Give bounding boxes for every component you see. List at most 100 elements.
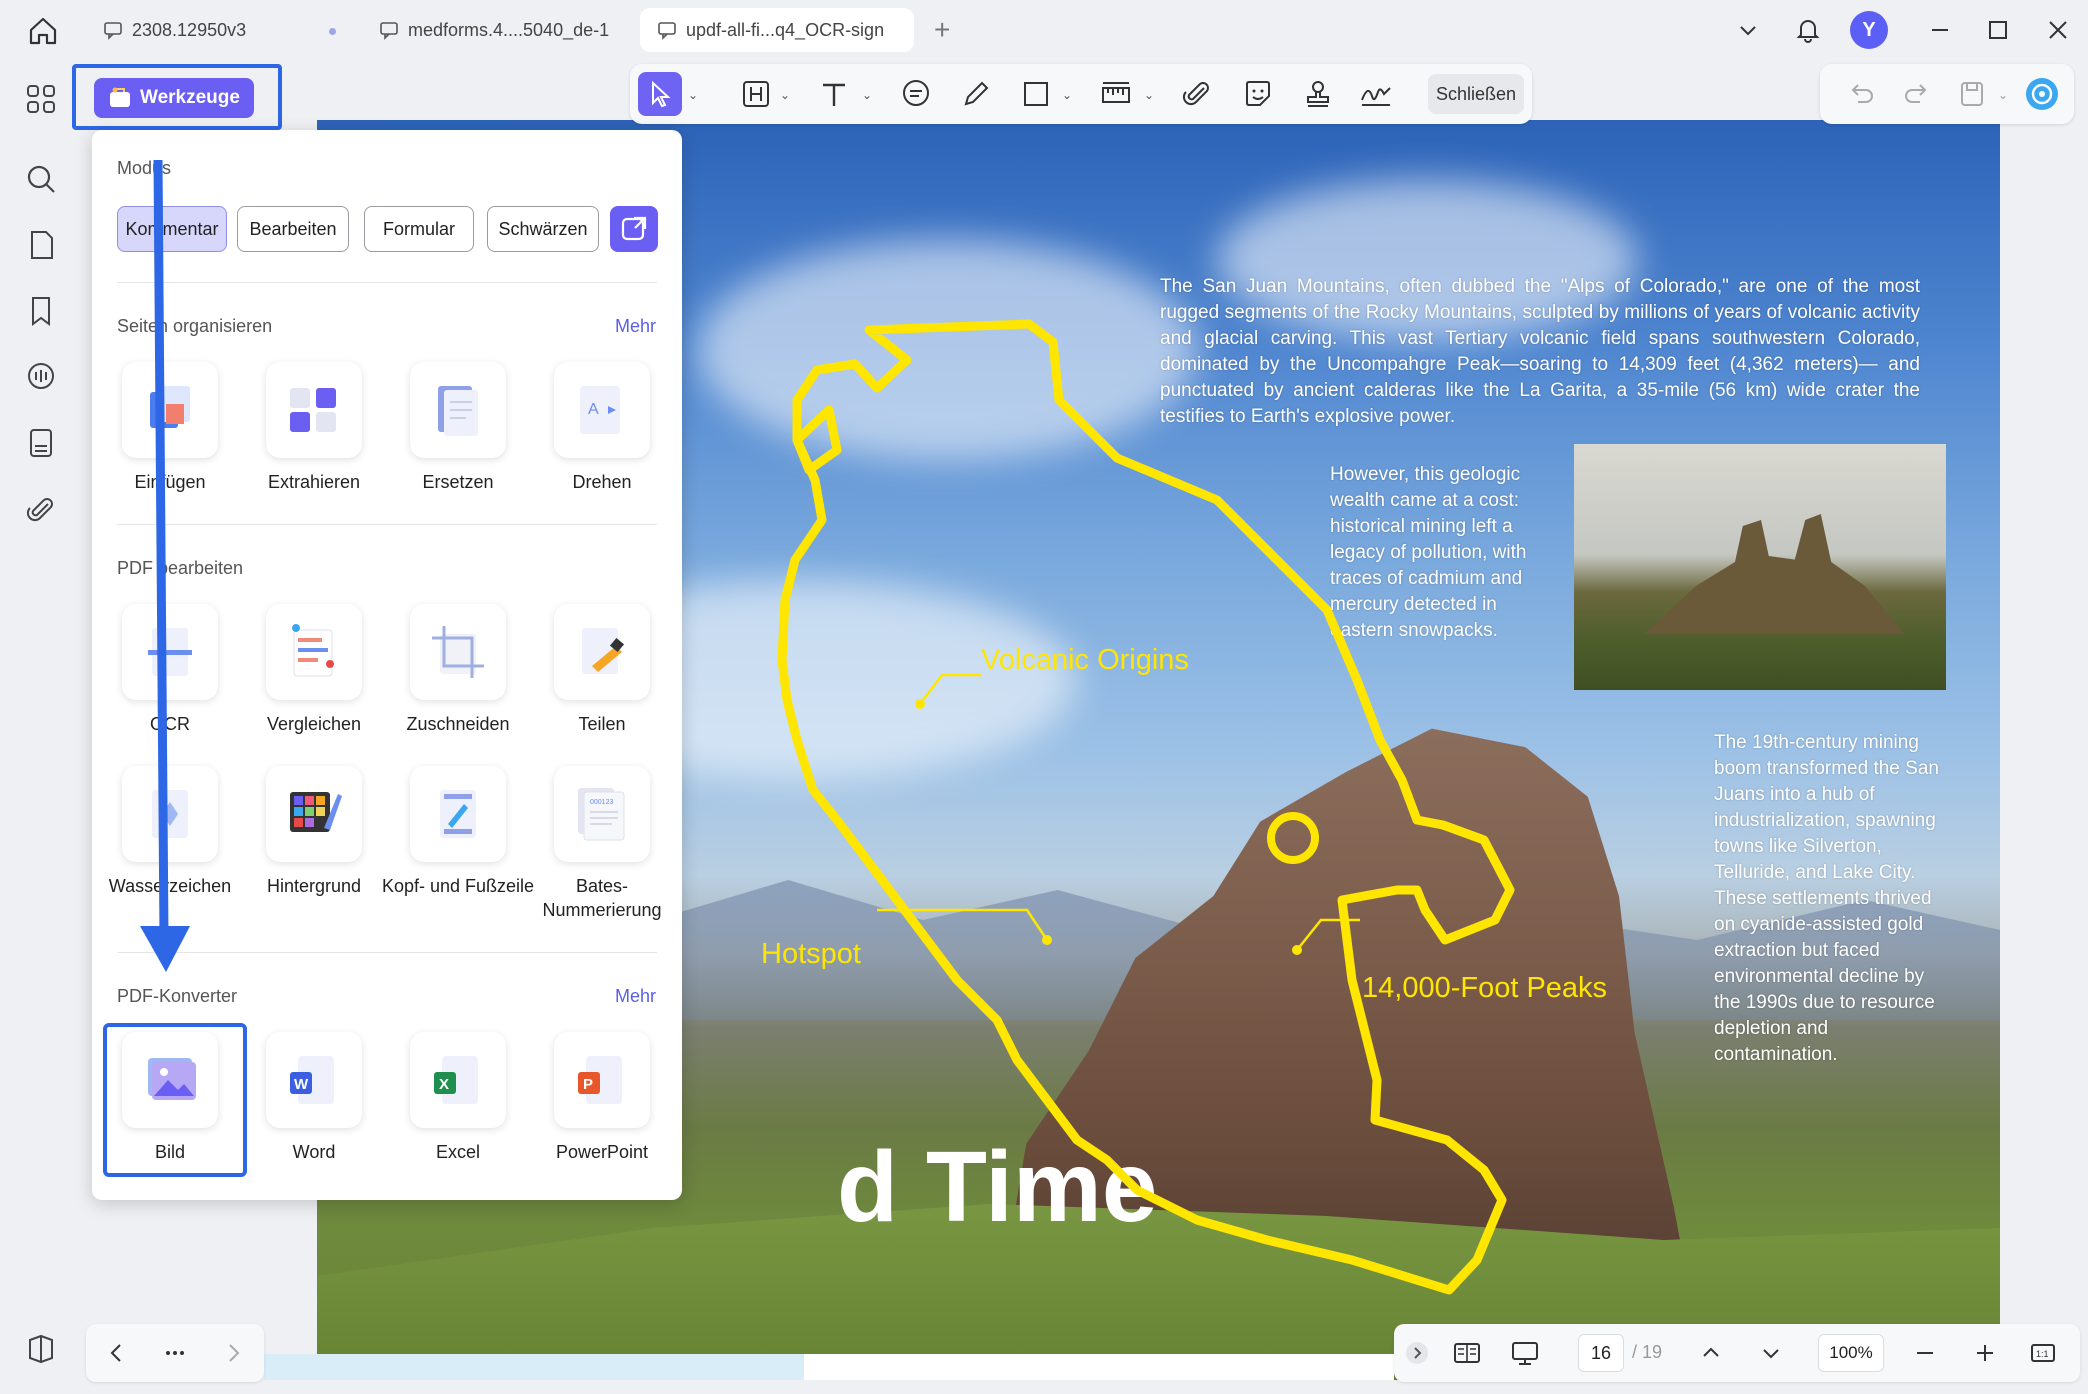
excel-convert-icon: X <box>434 1056 478 1104</box>
word-convert-icon: W <box>290 1056 334 1104</box>
more-link-converter[interactable]: Mehr <box>615 986 656 1007</box>
svg-text:P: P <box>583 1076 593 1093</box>
highlight-icon[interactable] <box>738 76 774 112</box>
annotation-peaks[interactable]: 14,000-Foot Peaks <box>1362 972 1607 1005</box>
close-icon[interactable] <box>2040 12 2076 48</box>
maximize-icon[interactable] <box>1980 12 2016 48</box>
divider <box>117 282 657 283</box>
tool-zuschneiden[interactable]: Zuschneiden <box>380 604 520 754</box>
tool-wasserzeichen[interactable]: Wasserzeichen <box>92 766 232 916</box>
stamp-icon[interactable] <box>1300 76 1336 112</box>
werkzeuge-highlight: Werkzeuge <box>72 64 282 130</box>
horizontal-scrollbar-track[interactable] <box>804 1354 1394 1380</box>
apps-grid-icon[interactable] <box>24 82 58 116</box>
measure-icon[interactable] <box>1098 76 1134 112</box>
mode-formular-button[interactable]: Formular <box>364 206 474 252</box>
search-icon[interactable] <box>24 162 58 196</box>
tool-einfuegen[interactable]: Einfügen <box>92 362 232 512</box>
chevron-down-icon[interactable]: ⌄ <box>1062 88 1072 102</box>
sticker-icon[interactable] <box>1240 76 1276 112</box>
tab-label: 2308.12950v3 <box>132 19 247 40</box>
background-icon <box>290 792 342 832</box>
annotation-volcanic-origins[interactable]: Volcanic Origins <box>981 644 1189 677</box>
expand-icon[interactable] <box>1402 1338 1432 1368</box>
minimize-icon[interactable] <box>1922 12 1958 48</box>
chevron-down-icon[interactable]: ⌄ <box>1998 88 2008 102</box>
presentation-icon[interactable] <box>1510 1338 1540 1368</box>
chevron-left-icon[interactable] <box>102 1338 132 1368</box>
chevron-down-icon[interactable]: ⌄ <box>688 88 698 102</box>
divider <box>117 952 657 953</box>
redo-icon[interactable] <box>1898 76 1934 112</box>
zoom-level[interactable]: 100% <box>1818 1334 1884 1372</box>
title-bar: 2308.12950v3 medforms.4....5040_de-1 upd… <box>0 0 2088 60</box>
mode-section-title: Modus <box>117 158 172 178</box>
tool-drehen[interactable]: A Drehen <box>524 362 664 512</box>
tool-ocr[interactable]: OCR <box>92 604 232 754</box>
attachment-icon[interactable] <box>1180 76 1216 112</box>
chevron-down-icon[interactable]: ⌄ <box>862 88 872 102</box>
tool-hintergrund[interactable]: Hintergrund <box>236 766 376 916</box>
total-pages: / 19 <box>1632 1342 1663 1362</box>
tool-teilen[interactable]: Teilen <box>524 604 664 754</box>
undo-icon[interactable] <box>1844 76 1880 112</box>
save-icon[interactable] <box>1954 76 1990 112</box>
more-icon[interactable] <box>160 1338 190 1368</box>
tool-powerpoint[interactable]: P PowerPoint <box>524 1032 664 1182</box>
pencil-icon[interactable] <box>958 76 994 112</box>
home-icon[interactable] <box>26 14 60 48</box>
document-icon[interactable] <box>24 426 58 460</box>
history-toolbar: ⌄ <box>1820 64 2074 124</box>
pages-icon[interactable] <box>24 228 58 262</box>
signature-icon[interactable] <box>1358 76 1394 112</box>
ai-chat-icon[interactable] <box>24 360 58 394</box>
external-link-icon <box>621 216 647 241</box>
tool-vergleichen[interactable]: Vergleichen <box>236 604 376 754</box>
watermark-icon <box>152 790 188 838</box>
bell-icon[interactable] <box>1790 12 1826 48</box>
mode-bearbeiten-button[interactable]: Bearbeiten <box>237 206 349 252</box>
annotation-toolbar: ⌄ ⌄ ⌄ ⌄ ⌄ Schließen <box>630 64 1532 124</box>
layers-icon[interactable] <box>24 1332 58 1366</box>
tab-document-1[interactable]: 2308.12950v3 <box>86 8 354 52</box>
page-layout-icon[interactable] <box>1452 1338 1482 1368</box>
cursor-icon[interactable] <box>642 76 678 112</box>
horizontal-scrollbar[interactable] <box>264 1354 804 1380</box>
tool-extrahieren[interactable]: Extrahieren <box>236 362 376 512</box>
current-page-input[interactable]: 16 <box>1578 1334 1624 1372</box>
split-icon <box>582 628 625 674</box>
tab-document-2[interactable]: medforms.4....5040_de-1 <box>362 8 632 52</box>
rectangle-icon[interactable] <box>1018 76 1054 112</box>
close-toolbar-button[interactable]: Schließen <box>1428 74 1524 114</box>
zoom-out-icon[interactable] <box>1910 1338 1940 1368</box>
tool-bates-nummerierung[interactable]: 000123 Bates-Nummerierung <box>524 766 664 920</box>
chevron-down-icon[interactable]: ⌄ <box>1144 88 1154 102</box>
chevron-down-icon[interactable] <box>1756 1338 1786 1368</box>
mode-schwaerzen-button[interactable]: Schwärzen <box>487 206 599 252</box>
text-icon[interactable] <box>816 76 852 112</box>
attachment-icon[interactable] <box>24 492 58 526</box>
open-external-button[interactable] <box>610 206 658 252</box>
avatar[interactable]: Y <box>1850 11 1888 49</box>
tool-ersetzen[interactable]: Ersetzen <box>380 362 520 512</box>
chevron-down-icon[interactable]: ⌄ <box>780 88 790 102</box>
svg-text:A: A <box>588 401 599 418</box>
tool-excel[interactable]: X Excel <box>380 1032 520 1182</box>
chevron-down-icon[interactable] <box>1730 12 1766 48</box>
annotation-hotspot[interactable]: Hotspot <box>761 938 861 971</box>
ai-assistant-icon[interactable] <box>2024 76 2060 112</box>
actual-size-icon[interactable]: 1:1 <box>2028 1338 2058 1368</box>
add-tab-button[interactable]: + <box>934 16 950 44</box>
more-link-pages[interactable]: Mehr <box>615 316 656 337</box>
chevron-up-icon[interactable] <box>1696 1338 1726 1368</box>
tool-word[interactable]: W Word <box>236 1032 376 1182</box>
mode-kommentar-button[interactable]: Kommentar <box>117 206 227 252</box>
chevron-right-icon[interactable] <box>218 1338 248 1368</box>
tool-kopf-fusszeile[interactable]: Kopf- und Fußzeile <box>380 766 534 916</box>
bookmark-icon[interactable] <box>24 294 58 328</box>
tab-document-3[interactable]: updf-all-fi...q4_OCR-sign <box>640 8 914 52</box>
zoom-in-icon[interactable] <box>1970 1338 2000 1368</box>
comment-icon[interactable] <box>898 76 934 112</box>
page-controls: 16 / 19 100% 1:1 <box>1394 1324 2080 1382</box>
werkzeuge-button[interactable]: Werkzeuge <box>94 78 254 118</box>
